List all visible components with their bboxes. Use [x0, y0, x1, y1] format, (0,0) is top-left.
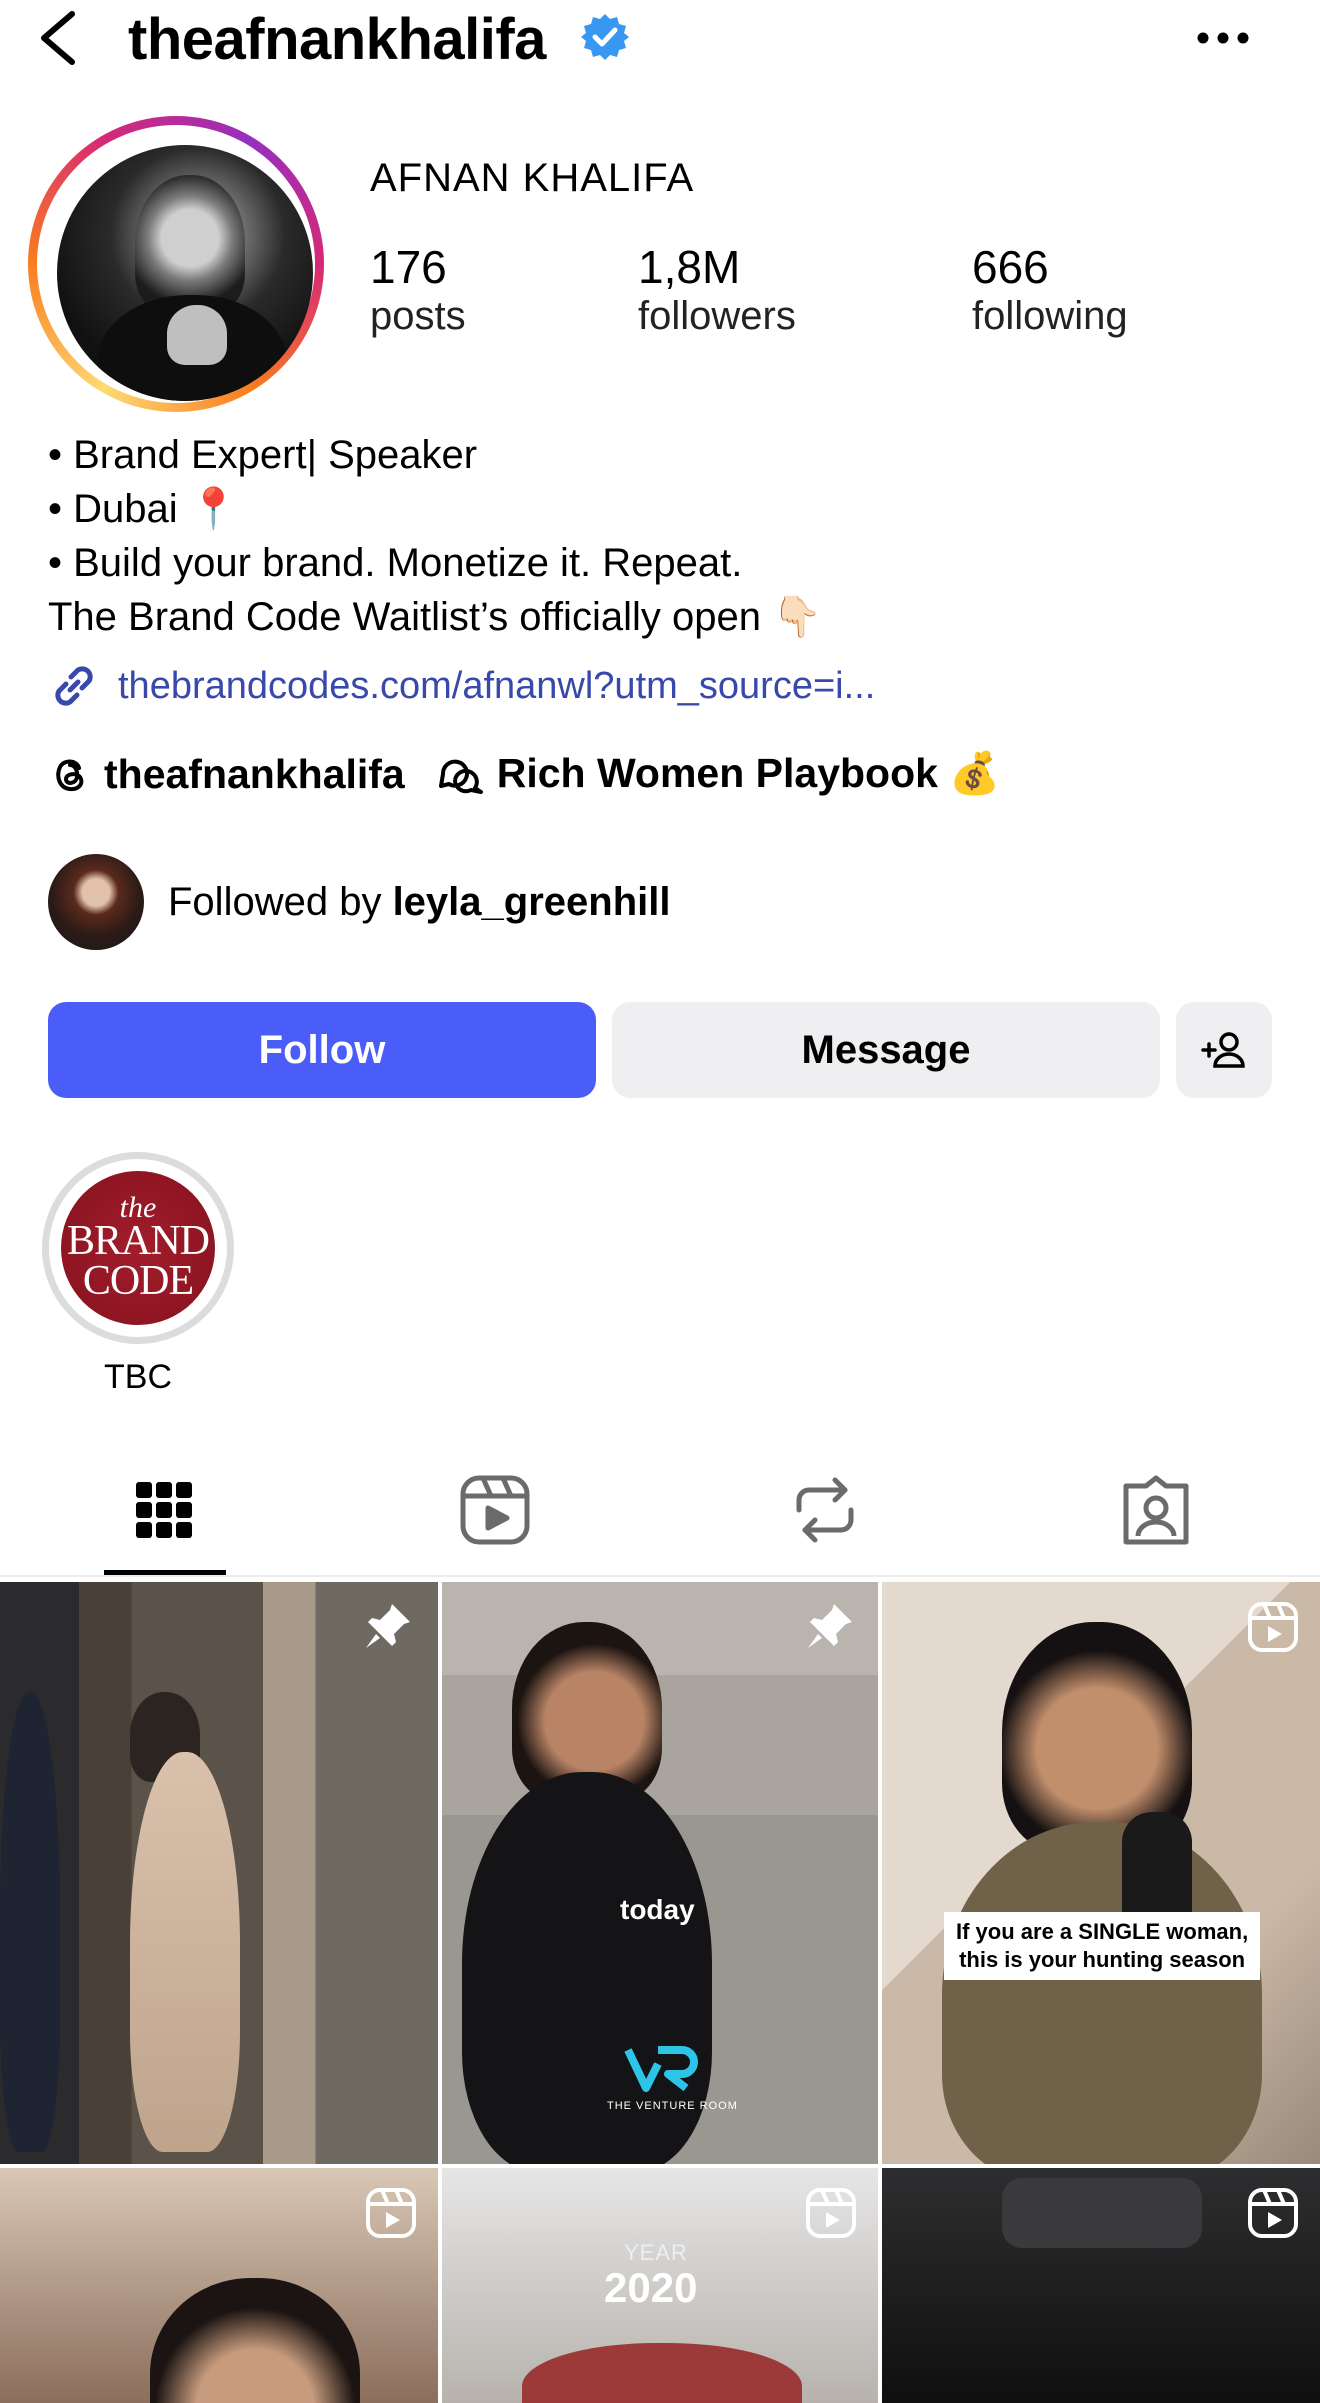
posts-stat[interactable]: 176 posts: [370, 240, 466, 339]
post-caption-line: If you are a SINGLE woman,: [956, 1919, 1249, 1944]
post-caption-box: If you are a SINGLE woman, this is your …: [944, 1912, 1261, 1980]
following-count: 666: [972, 241, 1049, 293]
tab-divider: [0, 1575, 1320, 1577]
reposts-icon[interactable]: [785, 1470, 865, 1550]
post-year-label: YEAR: [624, 2240, 688, 2265]
verified-badge-icon: [581, 14, 629, 60]
bio-line: • Build your brand. Monetize it. Repeat.: [48, 541, 743, 585]
pinned-icon: [808, 1604, 852, 1648]
profile-bio: • Brand Expert| Speaker • Dubai 📍 • Buil…: [48, 428, 822, 644]
followers-stat[interactable]: 1,8M followers: [638, 240, 796, 339]
add-person-icon: [1201, 1032, 1245, 1068]
suggested-people-button[interactable]: [1176, 1002, 1272, 1098]
highlight-tbc[interactable]: the BRAND CODE: [42, 1152, 234, 1344]
followed-by-user: leyla_greenhill: [392, 879, 671, 924]
profile-chips: theafnankhalifa Rich Women Playbook 💰: [48, 750, 1000, 798]
threads-icon: [56, 759, 84, 792]
back-arrow-icon[interactable]: [34, 10, 82, 66]
threads-chip[interactable]: theafnankhalifa: [48, 751, 405, 798]
profile-full-name: AFNAN KHALIFA: [370, 156, 695, 200]
posts-count: 176: [370, 241, 447, 293]
following-label: following: [972, 294, 1128, 338]
profile-avatar: [57, 145, 313, 401]
post-caption: today: [620, 1894, 695, 1925]
reel-icon: [366, 2188, 416, 2238]
pinned-icon: [366, 1604, 410, 1648]
following-stat[interactable]: 666 following: [972, 240, 1128, 339]
reels-icon[interactable]: [455, 1470, 535, 1550]
followers-count: 1,8M: [638, 241, 741, 293]
channel-name: Rich Women Playbook 💰: [496, 750, 1001, 796]
post-thumbnail[interactable]: YEAR 2020: [442, 2168, 878, 2403]
followed-by-row[interactable]: Followed by leyla_greenhill: [48, 854, 670, 950]
post-thumbnail[interactable]: [0, 2168, 438, 2403]
link-icon: [55, 666, 93, 706]
post-caption-line: this is your hunting season: [959, 1947, 1246, 1972]
reel-icon: [1248, 2188, 1298, 2238]
bio-line: • Brand Expert| Speaker: [48, 433, 478, 477]
channel-chip[interactable]: Rich Women Playbook 💰: [437, 750, 1001, 798]
post-thumbnail[interactable]: If you are a SINGLE woman, this is your …: [882, 1582, 1320, 2164]
message-button[interactable]: Message: [612, 1002, 1160, 1098]
tagged-icon[interactable]: [1116, 1470, 1196, 1550]
grid-icon[interactable]: [124, 1470, 204, 1550]
followed-by-prefix: Followed by: [168, 879, 393, 924]
follower-avatar: [48, 854, 144, 950]
highlight-cover-text: CODE: [82, 1258, 194, 1305]
followers-label: followers: [638, 294, 796, 338]
bio-link[interactable]: thebrandcodes.com/afnanwl?utm_source=i..…: [48, 660, 875, 712]
bio-line: • Dubai 📍: [48, 487, 239, 531]
post-brand-text: THE VENTURE ROOM: [607, 2100, 738, 2112]
reel-icon: [806, 2188, 856, 2238]
post-thumbnail[interactable]: [882, 2168, 1320, 2403]
post-year: 2020: [604, 2264, 698, 2311]
follow-button[interactable]: Follow: [48, 1002, 596, 1098]
venture-room-logo-icon: [624, 2046, 698, 2092]
highlight-label: TBC: [104, 1358, 172, 1396]
post-thumbnail[interactable]: today THE VENTURE ROOM: [442, 1582, 878, 2164]
bio-line: The Brand Code Waitlist’s officially ope…: [48, 595, 822, 639]
more-horizontal-icon[interactable]: [1195, 30, 1251, 46]
highlight-cover: the BRAND CODE: [61, 1171, 215, 1325]
reel-icon: [1248, 1602, 1298, 1652]
profile-username: theafnankhalifa: [128, 7, 546, 72]
threads-handle: theafnankhalifa: [104, 750, 405, 797]
profile-avatar-story-ring[interactable]: [28, 116, 324, 412]
channel-chat-icon: [438, 759, 483, 794]
bio-link-text: thebrandcodes.com/afnanwl?utm_source=i..…: [118, 664, 876, 707]
posts-label: posts: [370, 294, 466, 338]
highlight-cover-text: BRAND: [66, 1218, 210, 1265]
post-thumbnail[interactable]: [0, 1582, 438, 2164]
